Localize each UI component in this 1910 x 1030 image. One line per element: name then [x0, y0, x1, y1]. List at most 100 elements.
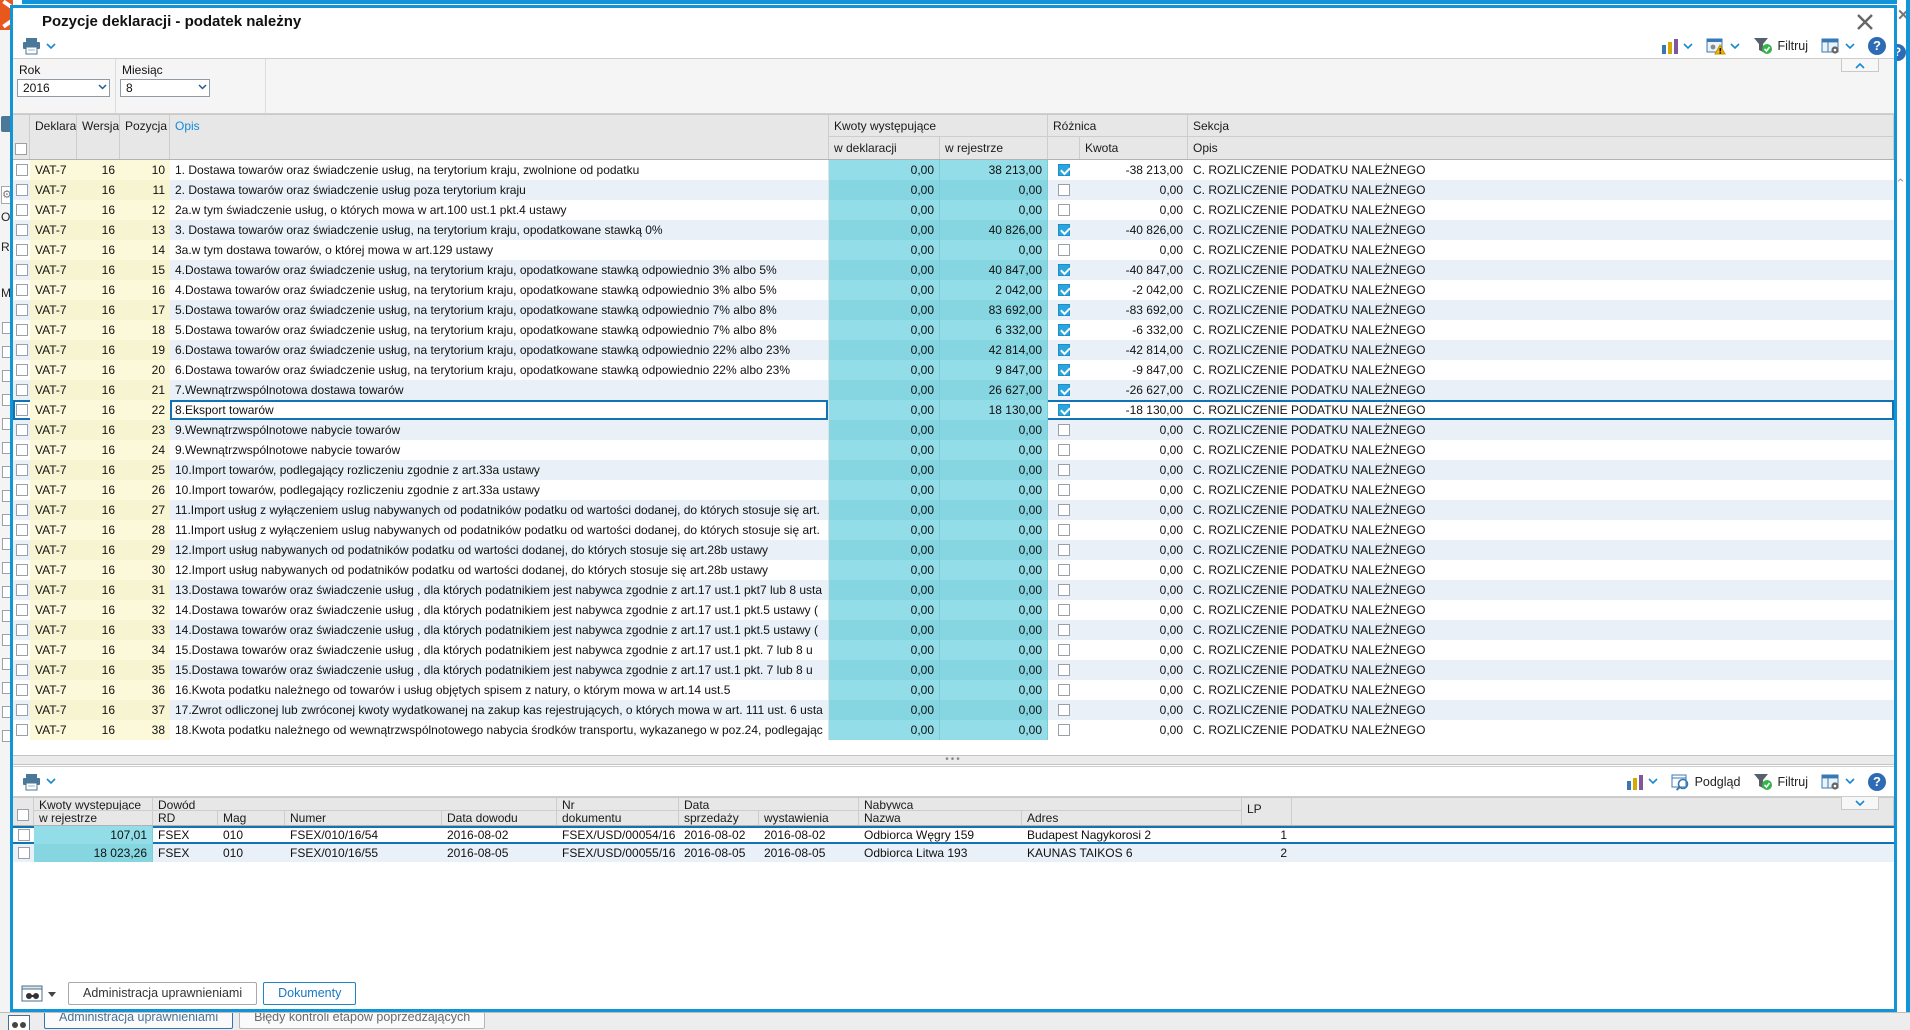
- difference-checkbox[interactable]: [1058, 564, 1070, 576]
- row-checkbox[interactable]: [15, 484, 28, 496]
- table-row[interactable]: VAT-7 16 29 12.Import usług nabywanych od p…: [13, 540, 1894, 560]
- difference-checkbox[interactable]: [1058, 164, 1070, 176]
- column-header-position[interactable]: Pozycja: [120, 115, 169, 137]
- table-row[interactable]: VAT-7 16 14 3a.w tym dostawa towarów, o któ…: [13, 240, 1894, 260]
- difference-checkbox[interactable]: [1058, 304, 1070, 316]
- panel-splitter-handle[interactable]: •••: [13, 755, 1894, 765]
- row-checkbox[interactable]: [15, 564, 28, 576]
- column-header-description[interactable]: Opis: [170, 115, 828, 137]
- row-checkbox[interactable]: [15, 684, 28, 696]
- difference-checkbox[interactable]: [1058, 524, 1070, 536]
- help-button[interactable]: ?: [1868, 772, 1886, 791]
- table-row[interactable]: VAT-7 16 33 14.Dostawa towarów oraz świadcz…: [13, 620, 1894, 640]
- difference-checkbox[interactable]: [1058, 724, 1070, 736]
- difference-checkbox[interactable]: [1058, 384, 1070, 396]
- column-header-evidence-date[interactable]: Data dowodu: [442, 811, 556, 825]
- difference-checkbox[interactable]: [1058, 224, 1070, 236]
- row-checkbox[interactable]: [15, 584, 28, 596]
- difference-checkbox[interactable]: [1058, 544, 1070, 556]
- table-row[interactable]: VAT-7 16 23 9.Wewnątrzwspólnotowe nabycie t…: [13, 420, 1894, 440]
- column-header-amount[interactable]: Kwota: [1080, 137, 1187, 159]
- background-tab-errors[interactable]: Błędy kontroli etapów poprzedzających: [239, 1013, 486, 1029]
- difference-checkbox[interactable]: [1058, 404, 1070, 416]
- row-checkbox[interactable]: [15, 264, 28, 276]
- print-options-chevron-icon[interactable]: [46, 778, 56, 785]
- table-row[interactable]: VAT-7 16 13 3. Dostawa towarów oraz świadcz…: [13, 220, 1894, 240]
- close-button[interactable]: [1854, 11, 1876, 33]
- difference-checkbox[interactable]: [1058, 464, 1070, 476]
- difference-checkbox[interactable]: [1058, 624, 1070, 636]
- column-header-buyer-name[interactable]: Nazwa: [859, 811, 1022, 825]
- difference-checkbox[interactable]: [1058, 684, 1070, 696]
- difference-checkbox[interactable]: [1058, 204, 1070, 216]
- difference-checkbox[interactable]: [1058, 644, 1070, 656]
- table-row[interactable]: VAT-7 16 12 2a.w tym świadczenie usług, o k…: [13, 200, 1894, 220]
- column-header-buyer-address[interactable]: Adres: [1022, 811, 1241, 825]
- row-checkbox[interactable]: [15, 404, 28, 416]
- select-all-checkbox[interactable]: [17, 809, 29, 821]
- row-checkbox[interactable]: [15, 364, 28, 376]
- table-row[interactable]: VAT-7 16 25 10.Import towarów, podlegający …: [13, 460, 1894, 480]
- chart-button[interactable]: [1626, 773, 1658, 791]
- difference-checkbox[interactable]: [1058, 264, 1070, 276]
- row-checkbox[interactable]: [15, 384, 28, 396]
- row-checkbox[interactable]: [15, 204, 28, 216]
- column-header-issue-date[interactable]: wystawienia: [759, 811, 858, 825]
- search-window-button[interactable]: [21, 985, 56, 1005]
- row-checkbox[interactable]: [15, 164, 28, 176]
- chart-button[interactable]: [1661, 37, 1694, 55]
- row-checkbox[interactable]: [15, 244, 28, 256]
- table-row[interactable]: VAT-7 16 18 5.Dostawa towarów oraz świadcze…: [13, 320, 1894, 340]
- window-warning-button[interactable]: [1706, 37, 1741, 55]
- row-checkbox[interactable]: [15, 524, 28, 536]
- row-checkbox[interactable]: [15, 344, 28, 356]
- table-row[interactable]: 18 023,26 FSEX 010 FSEX/010/16/55 2016-08-05…: [13, 844, 1894, 862]
- table-row[interactable]: VAT-7 16 16 4.Dostawa towarów oraz świadcze…: [13, 280, 1894, 300]
- tab-documents[interactable]: Dokumenty: [263, 982, 357, 1005]
- column-header-version[interactable]: Wersja: [77, 115, 119, 137]
- difference-checkbox[interactable]: [1058, 184, 1070, 196]
- table-row[interactable]: VAT-7 16 27 11.Import usług z wyłączeniem u…: [13, 500, 1894, 520]
- column-header-doc-no[interactable]: Nr: [557, 798, 678, 810]
- print-button[interactable]: [22, 37, 41, 55]
- difference-checkbox[interactable]: [1058, 424, 1070, 436]
- table-row[interactable]: VAT-7 16 35 15.Dostawa towarów oraz świadcz…: [13, 660, 1894, 680]
- table-row[interactable]: VAT-7 16 36 16.Kwota podatku należnego od t…: [13, 680, 1894, 700]
- row-checkbox[interactable]: [15, 724, 28, 736]
- row-checkbox[interactable]: [15, 444, 28, 456]
- difference-checkbox[interactable]: [1058, 484, 1070, 496]
- row-checkbox[interactable]: [15, 704, 28, 716]
- row-checkbox[interactable]: [17, 829, 30, 841]
- difference-checkbox[interactable]: [1058, 344, 1070, 356]
- column-header-difference-flag[interactable]: [1048, 137, 1080, 159]
- filter-button[interactable]: Filtruj: [1753, 37, 1808, 55]
- column-header-in-declaration[interactable]: w deklaracji: [829, 137, 940, 159]
- difference-checkbox[interactable]: [1058, 244, 1070, 256]
- row-checkbox[interactable]: [15, 284, 28, 296]
- column-header-sale-date[interactable]: sprzedaży: [679, 811, 759, 825]
- tab-admin-permissions[interactable]: Administracja uprawnieniami: [68, 982, 258, 1005]
- row-checkbox[interactable]: [15, 504, 28, 516]
- column-header-rd[interactable]: RD: [153, 811, 218, 825]
- table-row[interactable]: VAT-7 16 30 12.Import usług nabywanych od p…: [13, 560, 1894, 580]
- table-row[interactable]: 107,01 FSEX 010 FSEX/010/16/54 2016-08-02 FSE…: [13, 826, 1894, 844]
- row-checkbox[interactable]: [17, 847, 30, 859]
- month-select[interactable]: 8: [120, 79, 210, 97]
- column-header-in-register[interactable]: w rejestrze: [940, 137, 1047, 159]
- difference-checkbox[interactable]: [1058, 664, 1070, 676]
- difference-checkbox[interactable]: [1058, 324, 1070, 336]
- collapse-panel-tab[interactable]: [1841, 797, 1879, 810]
- table-row[interactable]: VAT-7 16 28 11.Import usług z wyłączeniem u…: [13, 520, 1894, 540]
- column-header-section-desc[interactable]: Opis: [1188, 137, 1893, 159]
- table-row[interactable]: VAT-7 16 22 8.Eksport towarów 0,00 18 130,00 -…: [13, 400, 1894, 420]
- row-checkbox[interactable]: [15, 644, 28, 656]
- row-checkbox[interactable]: [15, 464, 28, 476]
- difference-checkbox[interactable]: [1058, 584, 1070, 596]
- table-row[interactable]: VAT-7 16 21 7.Wewnątrzwspólnotowa dostawa t…: [13, 380, 1894, 400]
- table-row[interactable]: VAT-7 16 20 6.Dostawa towarów oraz świadcze…: [13, 360, 1894, 380]
- row-checkbox[interactable]: [15, 184, 28, 196]
- column-header-in-register[interactable]: w rejestrze: [34, 811, 152, 825]
- help-button[interactable]: ?: [1868, 37, 1886, 55]
- row-checkbox[interactable]: [15, 224, 28, 236]
- table-row[interactable]: VAT-7 16 34 15.Dostawa towarów oraz świadcz…: [13, 640, 1894, 660]
